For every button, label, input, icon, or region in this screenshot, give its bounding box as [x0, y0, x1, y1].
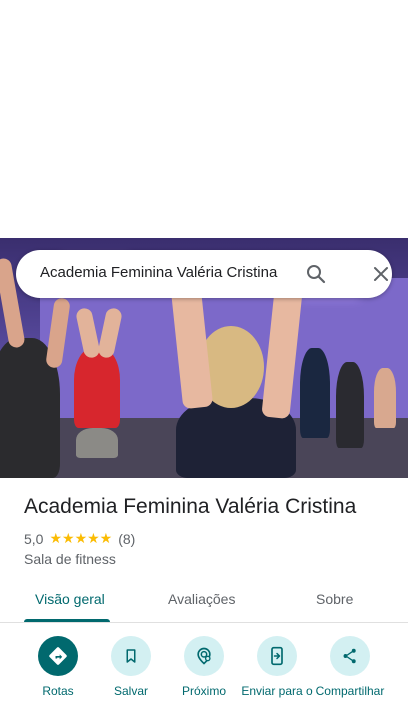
- share-button[interactable]: Compartilhar: [313, 636, 387, 699]
- nearby-icon[interactable]: [184, 636, 224, 676]
- rating-row[interactable]: 5,0 ★★★★★ (8): [24, 530, 135, 547]
- tab-about[interactable]: Sobre: [316, 591, 353, 607]
- photo-person: [76, 428, 118, 458]
- nearby-label: Próximo: [181, 684, 226, 698]
- nearby-button[interactable]: Próximo: [168, 636, 240, 699]
- photo-person: [336, 362, 364, 448]
- search-input[interactable]: Academia Feminina Valéria Cristina: [40, 264, 277, 281]
- tab-reviews[interactable]: Avaliações: [168, 591, 235, 607]
- search-icon[interactable]: [304, 262, 328, 286]
- directions-button[interactable]: Rotas: [22, 636, 94, 699]
- save-label: Salvar: [113, 684, 148, 698]
- photo-person: [300, 348, 330, 438]
- place-title: Academia Feminina Valéria Cristina: [24, 495, 357, 518]
- directions-label: Rotas: [42, 684, 74, 698]
- photo-person: [374, 368, 396, 428]
- share-label: Compartilhar: [315, 684, 385, 698]
- send-to-phone-button[interactable]: Enviar para o: [241, 636, 313, 699]
- save-button[interactable]: Salvar: [95, 636, 167, 699]
- send-to-phone-icon[interactable]: [257, 636, 297, 676]
- close-icon[interactable]: [369, 262, 393, 286]
- bookmark-icon[interactable]: [111, 636, 151, 676]
- action-bar: Rotas Salvar Próximo Enviar para o Compa…: [0, 636, 408, 716]
- place-category[interactable]: Sala de fitness: [24, 551, 116, 567]
- map-area[interactable]: [0, 0, 408, 238]
- photo-person: [74, 348, 120, 428]
- directions-icon[interactable]: [38, 636, 78, 676]
- send-to-phone-label: Enviar para o: [241, 684, 313, 698]
- star-rating-icon: ★★★★★: [49, 530, 113, 546]
- tab-active-indicator: [24, 619, 110, 622]
- search-bar[interactable]: Academia Feminina Valéria Cristina: [16, 250, 392, 298]
- rating-value: 5,0: [24, 530, 44, 547]
- tab-bar: Visão geral Avaliações Sobre: [0, 580, 408, 623]
- review-count[interactable]: (8): [118, 531, 135, 547]
- tab-overview[interactable]: Visão geral: [35, 591, 105, 607]
- share-icon[interactable]: [330, 636, 370, 676]
